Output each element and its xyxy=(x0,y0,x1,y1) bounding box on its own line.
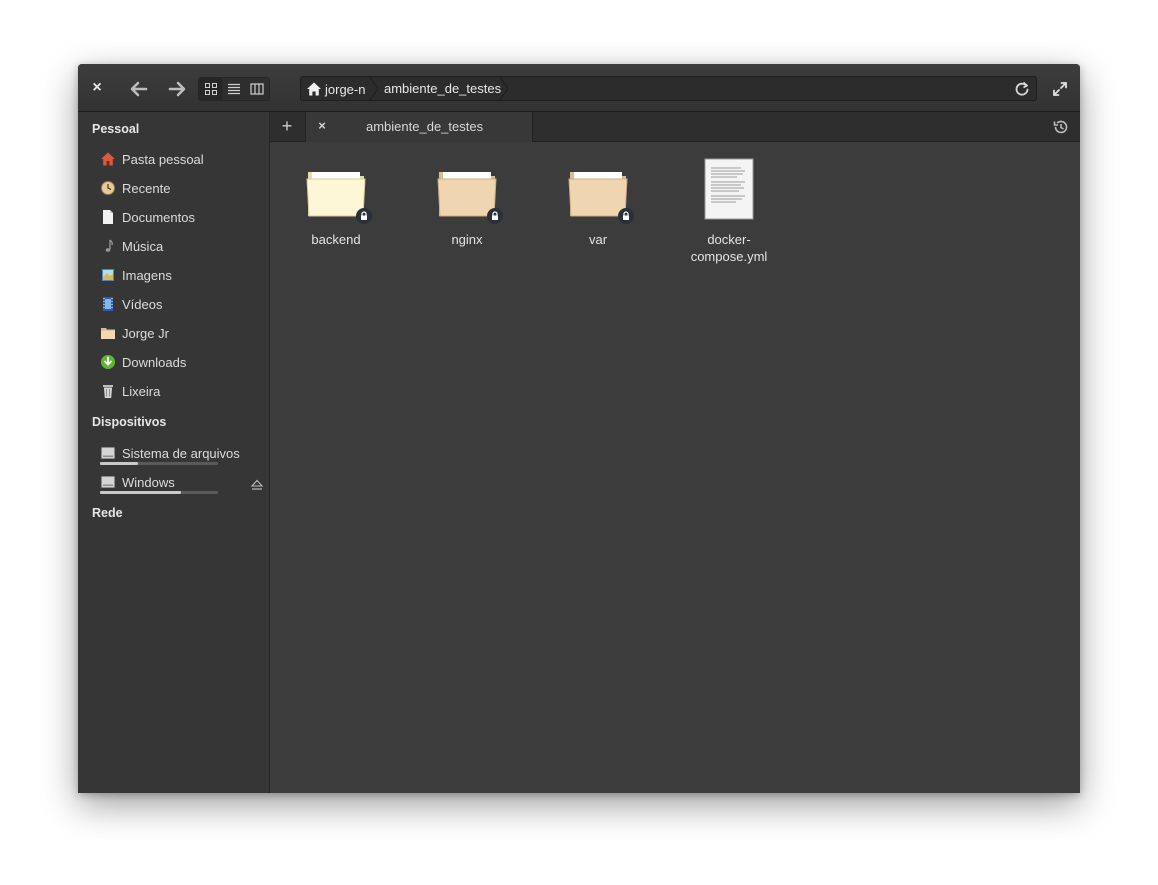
image-icon xyxy=(100,267,116,283)
breadcrumb-home-label: jorge-n xyxy=(325,81,366,97)
sidebar-heading-personal: Pessoal xyxy=(92,122,140,136)
breadcrumb-separator xyxy=(369,77,379,100)
music-note-icon xyxy=(100,238,116,254)
sidebar-item-label: Lixeira xyxy=(122,383,161,399)
sidebar-item-recent[interactable]: Recente xyxy=(100,177,260,199)
file-item-nginx[interactable]: nginx xyxy=(407,158,527,248)
sidebar-item-label: Imagens xyxy=(122,267,172,283)
view-mode-switcher xyxy=(198,77,270,101)
tab-label: ambiente_de_testes xyxy=(366,119,484,134)
text-file-icon xyxy=(697,158,761,222)
sidebar-item-pictures[interactable]: Imagens xyxy=(100,264,260,286)
file-item-backend[interactable]: backend xyxy=(276,158,396,248)
folder-icon xyxy=(100,325,116,341)
sidebar-item-label: Vídeos xyxy=(122,296,163,312)
columns-icon xyxy=(250,83,264,95)
file-name: backend xyxy=(311,232,361,247)
forward-button[interactable] xyxy=(165,77,189,101)
closed-tabs-history-button[interactable] xyxy=(1052,118,1070,136)
lock-icon xyxy=(618,208,634,224)
file-name: var xyxy=(588,232,608,247)
sidebar-item-jorge-jr[interactable]: Jorge Jr xyxy=(100,322,260,344)
file-item-docker-compose[interactable]: docker- compose.yml xyxy=(669,158,789,265)
folder-icon xyxy=(566,158,634,224)
breadcrumb-home[interactable]: jorge-n xyxy=(306,79,365,99)
history-icon xyxy=(1053,120,1068,134)
tab-close-button[interactable]: × xyxy=(314,118,330,134)
lock-icon xyxy=(356,208,372,224)
document-icon xyxy=(100,209,116,225)
arrow-left-icon xyxy=(130,81,148,97)
icon-view-button[interactable] xyxy=(199,78,223,100)
film-icon xyxy=(100,296,116,312)
home-icon xyxy=(307,82,321,96)
grid-icon xyxy=(204,83,217,95)
sidebar-item-label: Sistema de arquivos xyxy=(122,445,240,461)
header-bar: × jorge-n ambiente_de_testes xyxy=(78,64,1080,112)
sidebar-item-videos[interactable]: Vídeos xyxy=(100,293,260,315)
lock-icon xyxy=(487,208,503,224)
sidebar-heading-devices: Dispositivos xyxy=(92,415,167,429)
sidebar-item-windows[interactable]: Windows xyxy=(100,471,260,493)
folder-icon xyxy=(435,158,503,224)
sidebar-item-label: Pasta pessoal xyxy=(122,151,204,167)
sidebar-item-music[interactable]: Música xyxy=(100,235,260,257)
sidebar-item-label: Downloads xyxy=(122,354,187,370)
maximize-icon xyxy=(1053,82,1067,96)
breadcrumb-current[interactable]: ambiente_de_testes xyxy=(384,81,501,96)
clock-icon xyxy=(100,180,116,196)
file-manager-window: × jorge-n ambiente_de_testes Pessoal Pas… xyxy=(78,64,1080,793)
breadcrumb-separator xyxy=(499,77,509,100)
eject-icon xyxy=(250,479,264,490)
sidebar-item-label: Música xyxy=(122,238,164,254)
drive-icon xyxy=(100,445,116,461)
drive-icon xyxy=(100,474,116,490)
column-view-button[interactable] xyxy=(246,78,269,100)
disk-usage-bar xyxy=(100,462,218,465)
file-item-var[interactable]: var xyxy=(538,158,658,248)
sidebar-item-documents[interactable]: Documentos xyxy=(100,206,260,228)
sidebar-item-label: Windows xyxy=(122,474,175,490)
maximize-button[interactable] xyxy=(1051,80,1069,98)
list-icon xyxy=(227,83,240,95)
sidebar-item-downloads[interactable]: Downloads xyxy=(100,351,260,373)
close-window-button[interactable]: × xyxy=(87,78,107,98)
sidebar-item-home[interactable]: Pasta pessoal xyxy=(100,148,260,170)
tab-bar: + × ambiente_de_testes xyxy=(270,112,1080,142)
sidebar-item-label: Recente xyxy=(122,180,171,196)
reload-button[interactable] xyxy=(1013,80,1031,98)
file-name: nginx xyxy=(451,232,483,247)
disk-usage-bar xyxy=(100,491,218,494)
list-view-button[interactable] xyxy=(222,78,245,100)
sidebar-item-trash[interactable]: Lixeira xyxy=(100,380,260,402)
folder-icon xyxy=(304,158,372,224)
sidebar: Pessoal Pasta pessoal Recente Documentos… xyxy=(78,112,270,793)
back-button[interactable] xyxy=(127,77,151,101)
file-name: docker- compose.yml xyxy=(690,232,768,264)
home-icon xyxy=(100,151,116,167)
tab-ambiente-de-testes[interactable]: × ambiente_de_testes xyxy=(305,112,533,142)
trash-icon xyxy=(100,383,116,399)
arrow-right-icon xyxy=(168,81,186,97)
new-tab-button[interactable]: + xyxy=(278,117,296,135)
file-view: backend nginx var docker- compose.yml xyxy=(270,142,1080,793)
sidebar-heading-network: Rede xyxy=(92,506,123,520)
location-bar[interactable]: jorge-n ambiente_de_testes xyxy=(300,76,1037,101)
reload-icon xyxy=(1015,81,1029,96)
download-icon xyxy=(100,354,116,370)
sidebar-item-filesystem[interactable]: Sistema de arquivos xyxy=(100,442,260,464)
sidebar-item-label: Jorge Jr xyxy=(122,325,169,341)
sidebar-item-label: Documentos xyxy=(122,209,195,225)
eject-button[interactable] xyxy=(250,478,264,492)
